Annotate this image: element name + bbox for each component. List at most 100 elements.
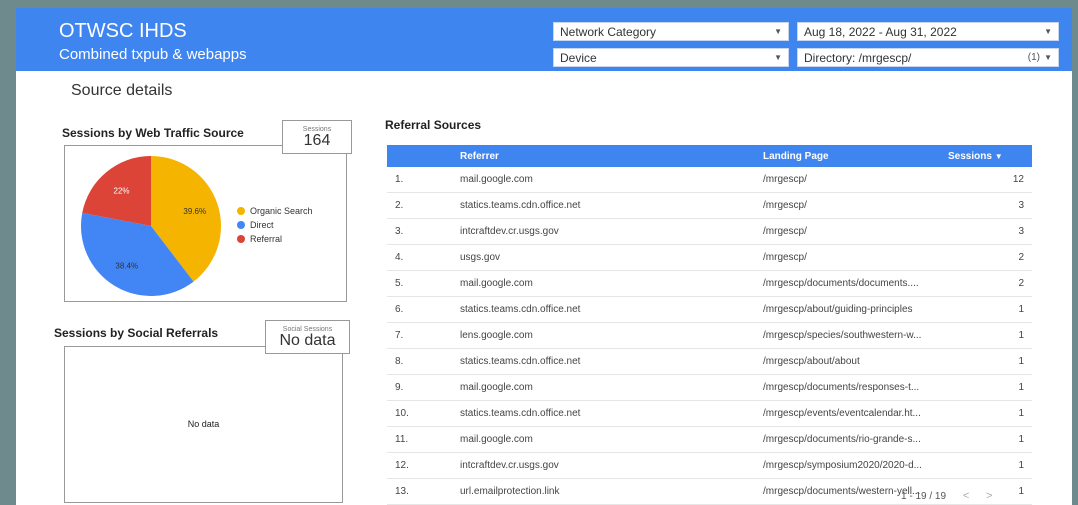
pie-legend: Organic Search Direct Referral bbox=[237, 204, 313, 246]
legend-label: Direct bbox=[250, 220, 274, 230]
legend-item: Direct bbox=[237, 218, 313, 232]
referrer-cell: lens.google.com bbox=[460, 322, 763, 349]
table-pagination: 1 - 19 / 19 < > bbox=[901, 490, 992, 502]
row-number-header bbox=[387, 145, 460, 167]
referrer-cell: statics.teams.cdn.office.net bbox=[460, 348, 763, 375]
sessions-column-header[interactable]: Sessions ▼ bbox=[948, 145, 1032, 167]
sessions-cell: 1 bbox=[948, 452, 1032, 479]
referrer-cell: mail.google.com bbox=[460, 270, 763, 297]
row-number: 7. bbox=[387, 322, 460, 349]
landing-page-cell: /mrgescp/events/eventcalendar.ht... bbox=[763, 400, 948, 427]
previous-page-icon[interactable]: < bbox=[963, 490, 969, 502]
referrer-cell: statics.teams.cdn.office.net bbox=[460, 192, 763, 219]
date-range-label: Aug 18, 2022 - Aug 31, 2022 bbox=[804, 25, 957, 39]
landing-page-cell: /mrgescp/ bbox=[763, 218, 948, 245]
table-row[interactable]: 12. intcraftdev.cr.usgs.gov/mrgescp/sympo… bbox=[387, 452, 1032, 479]
row-number: 3. bbox=[387, 218, 460, 245]
sessions-cell: 1 bbox=[948, 426, 1032, 453]
landing-page-column-header[interactable]: Landing Page bbox=[763, 145, 948, 167]
sessions-cell: 2 bbox=[948, 270, 1032, 297]
landing-page-cell: /mrgescp/documents/responses-t... bbox=[763, 374, 948, 401]
landing-page-cell: /mrgescp/species/southwestern-w... bbox=[763, 322, 948, 349]
next-page-icon[interactable]: > bbox=[986, 490, 992, 502]
referrer-cell: mail.google.com bbox=[460, 426, 763, 453]
row-number: 12. bbox=[387, 452, 460, 479]
sessions-cell: 3 bbox=[948, 192, 1032, 219]
row-number: 13. bbox=[387, 478, 460, 505]
landing-page-cell: /mrgescp/about/about bbox=[763, 348, 948, 375]
row-number: 6. bbox=[387, 296, 460, 323]
landing-page-cell: /mrgescp/symposium2020/2020-d... bbox=[763, 452, 948, 479]
directory-filter[interactable]: Directory: /mrgescp/ (1) ▼ bbox=[797, 48, 1059, 67]
sessions-cell: 1 bbox=[948, 348, 1032, 375]
table-row[interactable]: 2. statics.teams.cdn.office.net/mrgescp/3 bbox=[387, 192, 1032, 219]
referrer-cell: mail.google.com bbox=[460, 374, 763, 401]
referrer-cell: intcraftdev.cr.usgs.gov bbox=[460, 452, 763, 479]
referrer-cell: url.emailprotection.link bbox=[460, 478, 763, 505]
chevron-down-icon: ▼ bbox=[774, 27, 782, 36]
report-header: OTWSC IHDS Combined txpub & webapps Netw… bbox=[16, 8, 1072, 71]
row-number: 8. bbox=[387, 348, 460, 375]
chevron-down-icon: ▼ bbox=[1044, 53, 1052, 62]
pie-data-label: 39.6% bbox=[183, 207, 206, 216]
sessions-cell: 1 bbox=[948, 322, 1032, 349]
row-number: 4. bbox=[387, 244, 460, 271]
web-traffic-title: Sessions by Web Traffic Source bbox=[62, 126, 244, 140]
row-number: 2. bbox=[387, 192, 460, 219]
report-title: OTWSC IHDS bbox=[59, 20, 187, 42]
social-sessions-scorecard: Social Sessions No data bbox=[265, 320, 350, 354]
pagination-range: 1 - 19 / 19 bbox=[901, 491, 947, 502]
legend-item: Referral bbox=[237, 232, 313, 246]
legend-swatch bbox=[237, 207, 245, 215]
referrer-cell: statics.teams.cdn.office.net bbox=[460, 296, 763, 323]
social-referrals-chart: No data bbox=[64, 346, 343, 503]
sessions-header-label: Sessions bbox=[948, 150, 992, 162]
landing-page-cell: /mrgescp/ bbox=[763, 192, 948, 219]
referrer-column-header[interactable]: Referrer bbox=[460, 145, 763, 167]
no-data-message: No data bbox=[187, 419, 220, 429]
sessions-cell: 2 bbox=[948, 244, 1032, 271]
device-label: Device bbox=[560, 51, 597, 65]
referral-table-body: 1. mail.google.com/mrgescp/12 2. statics.te… bbox=[387, 167, 1032, 505]
table-row[interactable]: 9. mail.google.com/mrgescp/documents/resp… bbox=[387, 374, 1032, 401]
referrer-cell: usgs.gov bbox=[460, 244, 763, 271]
legend-item: Organic Search bbox=[237, 204, 313, 218]
table-row[interactable]: 10. statics.teams.cdn.office.net/mrgescp/… bbox=[387, 400, 1032, 427]
referral-table-title: Referral Sources bbox=[385, 118, 482, 132]
date-range-picker[interactable]: Aug 18, 2022 - Aug 31, 2022 ▼ bbox=[797, 22, 1059, 41]
referrer-cell: statics.teams.cdn.office.net bbox=[460, 400, 763, 427]
table-row[interactable]: 7. lens.google.com/mrgescp/species/southw… bbox=[387, 322, 1032, 349]
sessions-cell: 12 bbox=[948, 167, 1032, 193]
sort-desc-icon: ▼ bbox=[994, 151, 1003, 161]
chevron-down-icon: ▼ bbox=[774, 53, 782, 62]
landing-page-cell: /mrgescp/documents/documents.... bbox=[763, 270, 948, 297]
sessions-cell: 1 bbox=[948, 400, 1032, 427]
directory-label: Directory: /mrgescp/ bbox=[804, 51, 912, 65]
row-number: 10. bbox=[387, 400, 460, 427]
report-subtitle: Combined txpub & webapps bbox=[59, 46, 247, 63]
dashboard-frame: OTWSC IHDS Combined txpub & webapps Netw… bbox=[16, 8, 1072, 505]
table-row[interactable]: 5. mail.google.com/mrgescp/documents/docu… bbox=[387, 270, 1032, 297]
table-row[interactable]: 11. mail.google.com/mrgescp/documents/rio… bbox=[387, 426, 1032, 453]
table-row[interactable]: 6. statics.teams.cdn.office.net/mrgescp/a… bbox=[387, 296, 1032, 323]
row-number: 9. bbox=[387, 374, 460, 401]
row-number: 5. bbox=[387, 270, 460, 297]
landing-page-cell: /mrgescp/ bbox=[763, 244, 948, 271]
pie-data-label: 38.4% bbox=[115, 261, 138, 270]
row-number: 11. bbox=[387, 426, 460, 453]
device-filter[interactable]: Device ▼ bbox=[553, 48, 789, 67]
legend-swatch bbox=[237, 221, 245, 229]
landing-page-cell: /mrgescp/about/guiding-principles bbox=[763, 296, 948, 323]
table-row[interactable]: 4. usgs.gov/mrgescp/2 bbox=[387, 244, 1032, 271]
table-row[interactable]: 8. statics.teams.cdn.office.net/mrgescp/a… bbox=[387, 348, 1032, 375]
table-row[interactable]: 1. mail.google.com/mrgescp/12 bbox=[387, 167, 1032, 193]
referrer-cell: mail.google.com bbox=[460, 167, 763, 193]
sessions-cell: 1 bbox=[948, 374, 1032, 401]
sessions-scorecard: Sessions 164 bbox=[282, 120, 352, 154]
referrer-cell: intcraftdev.cr.usgs.gov bbox=[460, 218, 763, 245]
legend-label: Organic Search bbox=[250, 206, 313, 216]
network-category-filter[interactable]: Network Category ▼ bbox=[553, 22, 789, 41]
sessions-cell: 1 bbox=[948, 296, 1032, 323]
row-number: 1. bbox=[387, 167, 460, 193]
table-row[interactable]: 3. intcraftdev.cr.usgs.gov/mrgescp/3 bbox=[387, 218, 1032, 245]
